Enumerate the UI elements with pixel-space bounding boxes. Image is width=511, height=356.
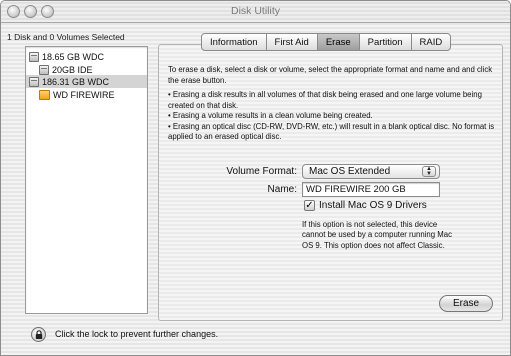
erase-button[interactable]: Erase (439, 295, 493, 312)
install-drivers-checkbox[interactable]: ✓ (304, 200, 315, 211)
name-label: Name: (267, 184, 297, 195)
disk-item-label: 18.65 GB WDC (42, 51, 105, 62)
hard-disk-icon (39, 64, 49, 75)
checkmark-icon: ✓ (305, 200, 314, 211)
volume-format-popup[interactable]: Mac OS Extended ▲ ▼ (302, 164, 440, 179)
volume-item-label: WD FIREWIRE (53, 89, 115, 100)
title-bar: Disk Utility (1, 1, 510, 23)
disk-item-label: 186.31 GB WDC (42, 76, 110, 87)
hard-disk-icon (29, 51, 39, 62)
hard-disk-icon (29, 76, 39, 87)
bullet-optical: • Erasing an optical disc (CD-RW, DVD-RW… (168, 121, 495, 142)
name-field[interactable]: WD FIREWIRE 200 GB (302, 182, 440, 197)
firewire-disk-icon (39, 89, 50, 100)
tab-erase[interactable]: Erase (316, 33, 360, 51)
erase-panel: To erase a disk, select a disk or volume… (158, 44, 503, 321)
tab-information[interactable]: Information (201, 33, 267, 51)
tab-first-aid[interactable]: First Aid (265, 33, 318, 51)
window-title: Disk Utility (231, 5, 280, 17)
volume-item-wd-firewire[interactable]: WD FIREWIRE (39, 88, 144, 101)
bullet-volume: • Erasing a volume results in a clean vo… (168, 111, 373, 121)
volume-format-label: Volume Format: (226, 166, 297, 177)
bullet-disk: • Erasing a disk results in all volumes … (168, 90, 482, 110)
lock-message: Click the lock to prevent further change… (55, 329, 219, 339)
lock-icon (35, 330, 43, 339)
tab-bar: Information First Aid Erase Partition RA… (201, 33, 452, 51)
volume-format-value: Mac OS Extended (309, 166, 391, 177)
erase-bullets: • Erasing a disk results in all volumes … (168, 90, 496, 143)
disk-item-186-31gb[interactable]: 186.31 GB WDC (26, 75, 147, 88)
disk-item-18-65gb[interactable]: 18.65 GB WDC (29, 50, 144, 63)
volume-item-label: 20GB IDE (52, 64, 93, 75)
disk-utility-window: Disk Utility 1 Disk and 0 Volumes Select… (0, 0, 511, 356)
selection-summary: 1 Disk and 0 Volumes Selected (7, 32, 125, 42)
tab-raid[interactable]: RAID (410, 33, 452, 51)
updown-arrows-icon: ▲ ▼ (422, 166, 436, 177)
lock-button[interactable] (31, 327, 46, 342)
install-drivers-label: Install Mac OS 9 Drivers (319, 200, 427, 211)
tab-partition[interactable]: Partition (358, 33, 412, 51)
drivers-note: If this option is not selected, this dev… (302, 220, 452, 250)
erase-intro: To erase a disk, select a disk or volume… (168, 65, 493, 85)
disk-list: 18.65 GB WDC 20GB IDE 186.31 GB WDC WD F… (25, 46, 148, 314)
